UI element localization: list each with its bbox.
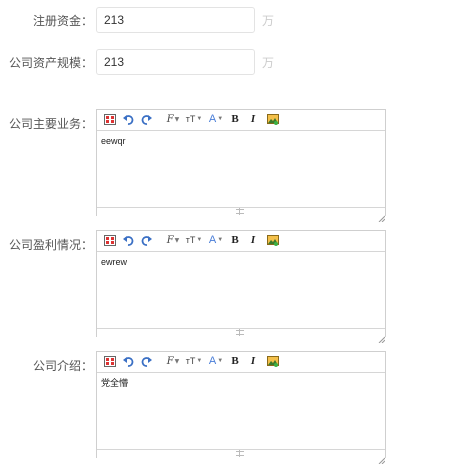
asset-scale-label: 公司资产规模： [8, 56, 93, 70]
image-icon[interactable] [267, 233, 279, 248]
drag-handle-icon[interactable] [236, 208, 244, 215]
profit-content[interactable]: ewrew [97, 252, 385, 328]
redo-icon[interactable] [140, 354, 152, 369]
bold-icon[interactable]: B [230, 354, 240, 369]
font-color-icon[interactable]: A ▼ [208, 233, 224, 248]
font-size-icon[interactable]: тT ▼ [185, 233, 203, 248]
bold-icon[interactable]: B [230, 233, 240, 248]
intro-label: 公司介绍： [32, 359, 93, 373]
undo-icon[interactable] [122, 112, 134, 127]
font-color-icon[interactable]: A ▼ [208, 354, 224, 369]
registered-capital-input[interactable] [96, 7, 255, 33]
undo-icon[interactable] [122, 233, 134, 248]
editor-toolbar: F ▼ тT ▼ A ▼ B I [97, 352, 385, 373]
italic-icon[interactable]: I [248, 354, 258, 369]
editor-statusbar [97, 207, 386, 223]
intro-editor: F ▼ тT ▼ A ▼ B I 党全懵 [96, 351, 386, 465]
profit-editor: F ▼ тT ▼ A ▼ B I ewrew [96, 230, 386, 344]
font-family-icon[interactable]: F ▼ [165, 354, 181, 369]
resize-handle-icon[interactable] [378, 209, 386, 223]
resize-handle-icon[interactable] [378, 330, 386, 344]
drag-handle-icon[interactable] [236, 329, 244, 336]
source-icon[interactable] [103, 354, 116, 369]
intro-content[interactable]: 党全懵 [97, 373, 385, 449]
profit-label: 公司盈利情况： [8, 238, 93, 252]
editor-toolbar: F ▼ тT ▼ A ▼ B I [97, 110, 385, 131]
main-business-editor: F ▼ тT ▼ A ▼ B I eewqr [96, 109, 386, 223]
registered-capital-label: 注册资金： [32, 14, 93, 28]
redo-icon[interactable] [140, 233, 152, 248]
italic-icon[interactable]: I [248, 233, 258, 248]
font-size-icon[interactable]: тT ▼ [185, 112, 203, 127]
resize-handle-icon[interactable] [378, 451, 386, 465]
font-color-icon[interactable]: A ▼ [208, 112, 224, 127]
image-icon[interactable] [267, 112, 279, 127]
asset-scale-unit: 万 [262, 56, 275, 70]
undo-icon[interactable] [122, 354, 134, 369]
redo-icon[interactable] [140, 112, 152, 127]
editor-statusbar [97, 328, 386, 344]
font-family-icon[interactable]: F ▼ [165, 112, 181, 127]
asset-scale-input[interactable] [96, 49, 255, 75]
italic-icon[interactable]: I [248, 112, 258, 127]
font-size-icon[interactable]: тT ▼ [185, 354, 203, 369]
image-icon[interactable] [267, 354, 279, 369]
source-icon[interactable] [103, 112, 116, 127]
bold-icon[interactable]: B [230, 112, 240, 127]
source-icon[interactable] [103, 233, 116, 248]
main-business-content[interactable]: eewqr [97, 131, 385, 207]
drag-handle-icon[interactable] [236, 450, 244, 457]
editor-statusbar [97, 449, 386, 465]
registered-capital-unit: 万 [262, 14, 275, 28]
font-family-icon[interactable]: F ▼ [165, 233, 181, 248]
main-business-label: 公司主要业务： [8, 117, 93, 131]
editor-toolbar: F ▼ тT ▼ A ▼ B I [97, 231, 385, 252]
